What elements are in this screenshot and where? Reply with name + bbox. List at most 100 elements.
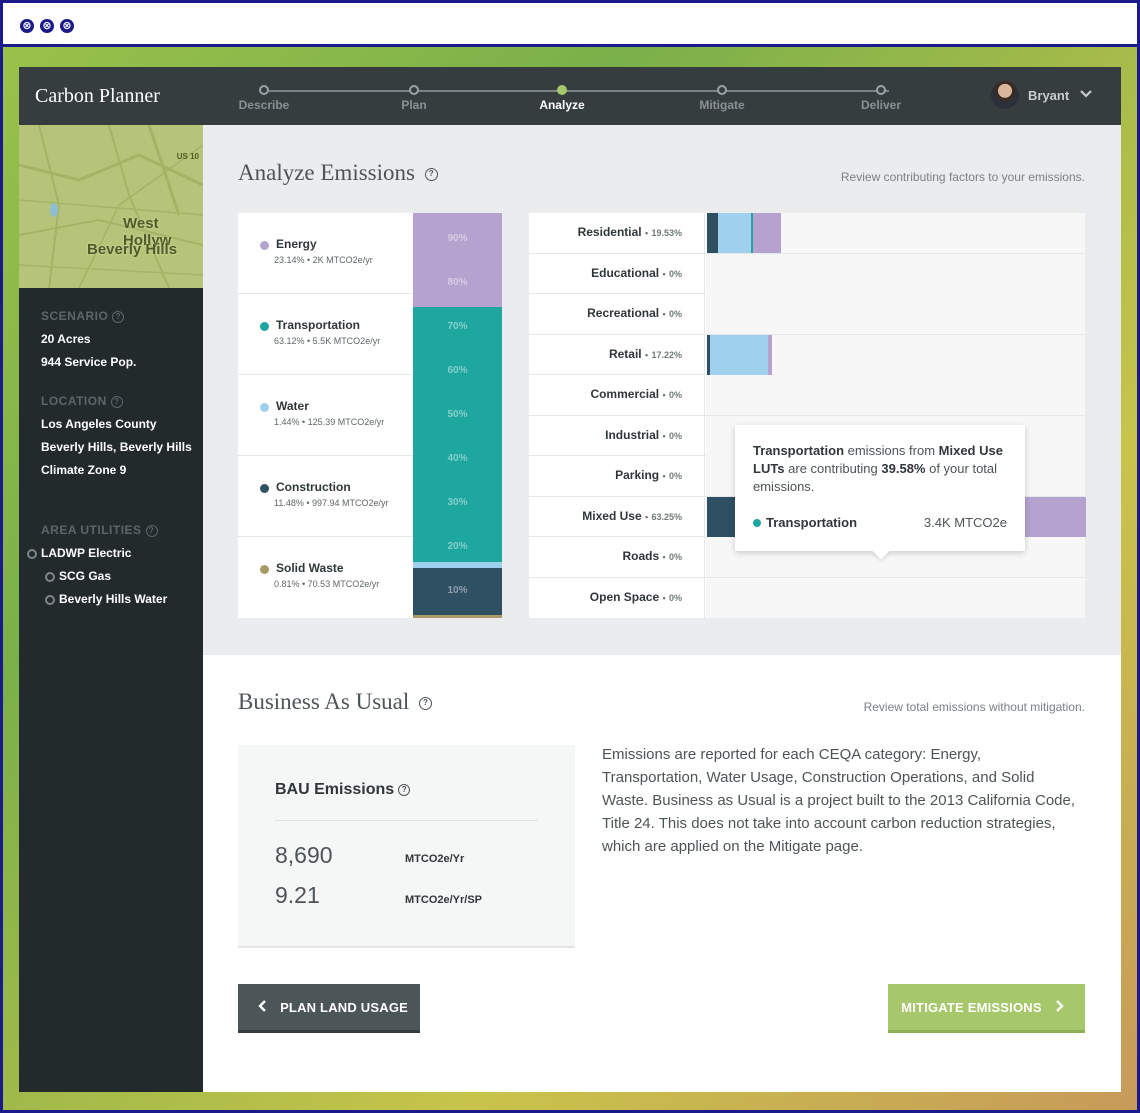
close-window-icon[interactable]: ⊗ <box>20 19 34 33</box>
category-name: Water <box>276 399 309 413</box>
category-name: Transportation <box>276 318 361 332</box>
step-label: Analyze <box>539 98 585 112</box>
land-use-segment[interactable] <box>707 213 719 253</box>
step-mitigate[interactable]: Mitigate <box>682 85 762 112</box>
scenario-section: SCENARIO? 20 Acres 944 Service Pop. <box>41 309 201 369</box>
section-title: AREA UTILITIES? <box>41 523 201 537</box>
land-use-name: Mixed Use <box>582 508 642 523</box>
land-use-row[interactable]: Residential • 19.53% <box>529 213 1085 254</box>
help-icon[interactable]: ? <box>112 310 125 323</box>
land-use-percent: 0% <box>668 390 682 400</box>
scenario-population: 944 Service Pop. <box>41 355 137 369</box>
category-row[interactable]: Solid Waste 0.81% • 70.53 MTCO2e/yr <box>238 537 413 618</box>
bau-card-title-text: BAU Emissions <box>275 781 395 798</box>
step-dot <box>557 85 567 95</box>
land-use-label: Parking • 0% <box>529 456 705 496</box>
step-dot <box>259 85 269 95</box>
category-row[interactable]: Water 1.44% • 125.39 MTCO2e/yr <box>238 375 413 456</box>
land-use-percent: 0% <box>668 268 682 279</box>
map-route-shield: US 10 <box>176 152 199 161</box>
land-use-row[interactable]: Recreational • 0% <box>529 294 1085 335</box>
button-label: MITIGATE EMISSIONS <box>901 1000 1042 1015</box>
minimize-window-icon[interactable]: ⊗ <box>40 19 54 33</box>
percent-tick-label: 20% <box>447 541 468 552</box>
bau-description: Emissions are reported for each CEQA cat… <box>602 746 1076 855</box>
land-use-row[interactable]: Educational • 0% <box>529 253 1085 294</box>
land-use-percent-sep: • <box>662 268 666 279</box>
land-use-segment[interactable] <box>752 213 781 253</box>
stack-segment[interactable] <box>413 306 502 563</box>
land-use-segment[interactable] <box>710 334 768 375</box>
analyze-title-text: Analyze Emissions <box>238 160 415 185</box>
tooltip-text-1: emissions from <box>844 443 939 458</box>
sidebar: US 10 West Hollyw Beverly Hills SCENARIO… <box>19 125 203 1092</box>
step-label: Plan <box>401 98 427 112</box>
category-name: Energy <box>276 237 317 251</box>
land-use-segment[interactable] <box>767 334 773 375</box>
land-use-name: Retail <box>608 346 642 361</box>
help-icon[interactable]: ? <box>419 697 432 711</box>
help-icon[interactable]: ? <box>398 783 411 796</box>
land-use-segment[interactable] <box>718 213 752 253</box>
bau-total-value: 8,690 <box>275 842 333 868</box>
plan-land-usage-button[interactable]: PLAN LAND USAGE <box>238 984 420 1033</box>
section-title: LOCATION? <box>41 394 201 408</box>
tooltip-value: 3.4K MTCO2e <box>923 515 1007 530</box>
utility-water[interactable]: Beverly Hills Water <box>41 592 201 606</box>
avatar <box>991 81 1019 109</box>
land-use-percent-sep: • <box>662 471 666 481</box>
utility-electric[interactable]: LADWP Electric <box>23 546 201 560</box>
maximize-window-icon[interactable]: ⊗ <box>60 19 74 33</box>
location-city: Beverly Hills, Beverly Hills <box>41 440 192 454</box>
tooltip-series-name: Transportation <box>766 515 858 530</box>
tooltip-text: Transportation emissions from Mixed Use … <box>753 442 1007 496</box>
user-menu[interactable]: Bryant <box>991 81 1121 111</box>
land-use-row[interactable]: Retail • 17.22% <box>529 334 1085 375</box>
land-use-row[interactable]: Open Space • 0% <box>529 577 1085 619</box>
category-row[interactable]: Construction 11.48% • 997.94 MTCO2e/yr <box>238 456 413 537</box>
location-map[interactable]: US 10 West Hollyw Beverly Hills <box>19 125 203 288</box>
section-title: SCENARIO? <box>41 309 201 323</box>
step-deliver[interactable]: Deliver <box>841 85 921 112</box>
land-use-percent-sep: • <box>662 390 666 400</box>
land-use-percent-sep: • <box>662 552 666 562</box>
mitigate-emissions-button[interactable]: MITIGATE EMISSIONS <box>888 984 1085 1033</box>
series-dot <box>753 519 761 527</box>
bau-emissions-card: BAU Emissions? 8,690 MTCO2e/Yr 9.21 MTCO… <box>238 745 575 948</box>
land-use-card: Residential • 19.53% Educational • 0% Recr… <box>529 213 1086 619</box>
land-use-name: Roads <box>622 549 660 563</box>
step-label: Mitigate <box>699 98 745 112</box>
tooltip-category: Transportation <box>753 443 845 458</box>
step-dot <box>409 85 419 95</box>
land-use-percent-sep: • <box>644 228 649 238</box>
category-row[interactable]: Energy 23.14% • 2K MTCO2e/yr <box>238 213 413 294</box>
emissions-tooltip: Transportation emissions from Mixed Use … <box>735 425 1025 551</box>
land-use-track <box>706 334 1085 375</box>
land-use-name: Recreational <box>587 306 660 320</box>
step-analyze[interactable]: Analyze <box>522 85 602 112</box>
category-row[interactable]: Transportation 63.12% • 5.5K MTCO2e/yr <box>238 294 413 375</box>
land-use-percent-sep: • <box>662 309 666 319</box>
step-label: Deliver <box>860 98 902 112</box>
stack-segment[interactable] <box>413 614 502 618</box>
help-icon[interactable]: ? <box>424 168 438 182</box>
help-icon[interactable]: ? <box>110 395 123 408</box>
step-plan[interactable]: Plan <box>374 85 454 112</box>
progress-stepper: Describe Plan Analyze Mitigate Deliver <box>239 67 919 125</box>
land-use-row[interactable]: Commercial • 0% <box>529 375 1085 416</box>
category-meta: 0.81% • 70.53 MTCO2e/yr <box>274 579 380 589</box>
step-describe[interactable]: Describe <box>224 85 304 112</box>
land-use-track <box>706 577 1085 618</box>
scenario-acres: 20 Acres <box>41 332 91 346</box>
land-use-name: Educational <box>591 265 660 280</box>
chevron-right-icon <box>1050 999 1064 1015</box>
land-use-label: Open Space • 0% <box>529 577 705 618</box>
utility-gas[interactable]: SCG Gas <box>41 569 201 583</box>
land-use-percent: 17.22% <box>651 349 682 360</box>
bau-per-sp-value: 9.21 <box>275 882 320 908</box>
location-title: LOCATION <box>41 394 107 408</box>
land-use-label: Retail • 17.22% <box>529 334 705 375</box>
help-icon[interactable]: ? <box>145 524 158 537</box>
stack-segment[interactable] <box>413 213 502 307</box>
map-label-beverly-hills: Beverly Hills <box>87 241 178 258</box>
